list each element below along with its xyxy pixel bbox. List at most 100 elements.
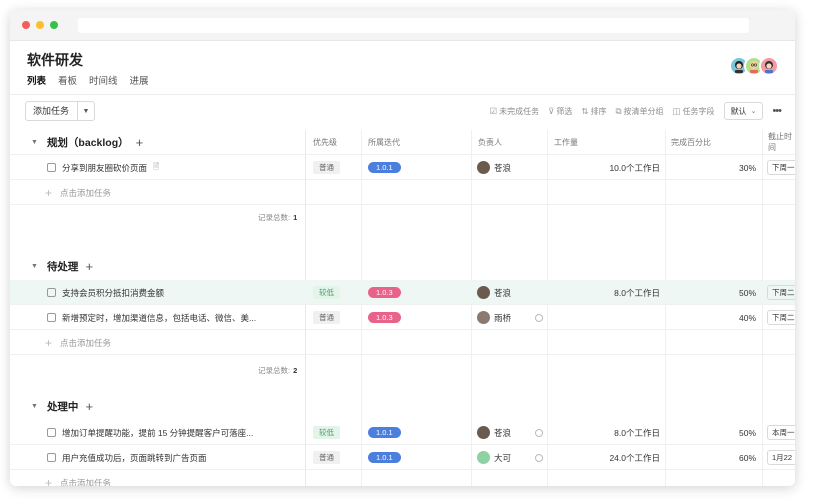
progress-value[interactable]: 60%: [671, 445, 756, 470]
progress-value[interactable]: 40%: [671, 305, 756, 330]
task-checkbox[interactable]: [47, 453, 56, 462]
group-header[interactable]: ▼ 规划（backlog） +: [31, 130, 143, 155]
assignee-cell[interactable]: 苍浪: [477, 280, 511, 305]
due-date[interactable]: 1月22: [767, 450, 795, 465]
iteration-tag[interactable]: 1.0.1: [368, 452, 401, 463]
due-date[interactable]: 本周一: [767, 425, 795, 440]
table-row[interactable]: 新增预定时，增加渠道信息，包括电话、微信、美... 普通 1.0.3 雨桥 40…: [10, 305, 795, 330]
task-name-cell[interactable]: 增加订单提醒功能，提前 15 分钟提醒客户可落座...: [47, 420, 297, 445]
chevron-down-icon[interactable]: ▼: [31, 403, 38, 410]
priority-tag[interactable]: 较低: [313, 426, 340, 439]
more-options-icon[interactable]: •••: [772, 105, 782, 117]
workload-value[interactable]: 8.0个工作日: [554, 420, 660, 445]
workload-value[interactable]: 8.0个工作日: [554, 280, 660, 305]
column-header-assignee[interactable]: 负责人: [478, 130, 502, 154]
assignee-name: 雨桥: [494, 312, 512, 323]
document-icon: 🗎: [153, 161, 160, 171]
priority-tag[interactable]: 较低: [313, 286, 340, 299]
task-name[interactable]: 用户充值成功后，页面跳转到广告页面: [62, 452, 207, 464]
add-icon[interactable]: +: [85, 259, 93, 274]
group-header[interactable]: ▼ 待处理 +: [31, 254, 93, 279]
workload-value[interactable]: 24.0个工作日: [554, 445, 660, 470]
priority-tag[interactable]: 普通: [313, 161, 340, 174]
add-task-row[interactable]: + 点击添加任务: [10, 470, 795, 487]
column-header-workload[interactable]: 工作量: [554, 130, 578, 154]
task-name[interactable]: 分享到朋友圈砍价页面: [62, 162, 147, 174]
chevron-down-icon[interactable]: ▼: [31, 139, 38, 146]
column-header-progress[interactable]: 完成百分比: [671, 130, 711, 154]
add-task-row[interactable]: + 点击添加任务: [10, 180, 795, 205]
status-circle-icon[interactable]: [535, 428, 543, 437]
assignee-cell[interactable]: 苍浪: [477, 420, 543, 445]
assignee-cell[interactable]: 苍浪: [477, 155, 511, 180]
progress-value[interactable]: 50%: [671, 420, 756, 445]
tab-list[interactable]: 列表: [27, 73, 46, 87]
column-header-iteration[interactable]: 所属迭代: [368, 130, 400, 154]
tab-progress[interactable]: 进展: [130, 73, 149, 87]
task-checkbox[interactable]: [47, 288, 56, 297]
task-checkbox[interactable]: [47, 163, 56, 172]
task-name[interactable]: 增加订单提醒功能，提前 15 分钟提醒客户可落座...: [62, 427, 253, 439]
minimize-window-dot[interactable]: [36, 21, 44, 29]
task-name-cell[interactable]: 支持会员积分抵扣消费金额: [47, 280, 164, 305]
add-task-row[interactable]: + 点击添加任务: [10, 330, 795, 355]
add-icon[interactable]: +: [136, 135, 144, 150]
view-select[interactable]: 默认 ⌄: [723, 102, 764, 120]
sort-button[interactable]: ⇅ 排序: [581, 106, 606, 117]
address-bar[interactable]: [78, 18, 749, 33]
tab-board[interactable]: 看板: [58, 73, 77, 87]
due-date[interactable]: 下周二: [767, 310, 795, 325]
add-task-button[interactable]: 添加任务 ▼: [25, 101, 95, 121]
column-header-due[interactable]: 截止时间: [768, 130, 795, 154]
member-avatar-icon[interactable]: [759, 56, 779, 76]
workload-value[interactable]: [554, 305, 660, 330]
group-button[interactable]: ⧉ 按清单分组: [615, 106, 663, 117]
due-date[interactable]: 下周二: [767, 285, 795, 300]
hide-completed-toggle[interactable]: ☑ 未完成任务: [489, 106, 539, 117]
add-task-label[interactable]: 添加任务: [26, 102, 78, 120]
add-task-inline[interactable]: + 点击添加任务: [45, 180, 111, 205]
task-name-cell[interactable]: 分享到朋友圈砍价页面 🗎: [47, 155, 159, 180]
table-row[interactable]: 支持会员积分抵扣消费金额 较低 1.0.3 苍浪 8.0个工作日 50% 下周二: [10, 280, 795, 305]
add-task-inline[interactable]: + 点击添加任务: [45, 470, 111, 487]
priority-tag[interactable]: 普通: [313, 451, 340, 464]
status-circle-icon[interactable]: [535, 453, 543, 462]
task-name[interactable]: 新增预定时，增加渠道信息，包括电话、微信、美...: [62, 312, 256, 324]
status-circle-icon[interactable]: [535, 313, 543, 322]
group-header[interactable]: ▼ 处理中 +: [31, 394, 93, 419]
group-summary-row: 记录总数: 1: [10, 205, 795, 230]
task-name[interactable]: 支持会员积分抵扣消费金额: [62, 287, 164, 299]
assignee-cell[interactable]: 雨桥: [477, 305, 543, 330]
iteration-tag[interactable]: 1.0.3: [368, 312, 401, 323]
add-icon[interactable]: +: [85, 399, 93, 414]
assignee-cell[interactable]: 大可: [477, 445, 543, 470]
workload-value[interactable]: 10.0个工作日: [554, 155, 660, 180]
iteration-tag[interactable]: 1.0.3: [368, 287, 401, 298]
group-title: 处理中: [46, 401, 79, 413]
table-row[interactable]: 用户充值成功后，页面跳转到广告页面 普通 1.0.1 大可 24.0个工作日 6…: [10, 445, 795, 470]
progress-value[interactable]: 30%: [671, 155, 756, 180]
app-window: 软件研发 列表 看板 时间线 进展 添加任务 ▼ ☑ 未完成任务 ⊽ 筛选 ⇅ 排序 …: [10, 10, 795, 486]
chevron-down-icon[interactable]: ▼: [31, 263, 38, 270]
column-header-priority[interactable]: 优先级: [313, 130, 337, 154]
task-name-cell[interactable]: 用户充值成功后，页面跳转到广告页面: [47, 445, 207, 470]
priority-tag[interactable]: 普通: [313, 311, 340, 324]
filter-button[interactable]: ⊽ 筛选: [548, 106, 572, 117]
tab-timeline[interactable]: 时间线: [89, 73, 118, 87]
member-avatars[interactable]: [729, 56, 779, 76]
task-checkbox[interactable]: [47, 428, 56, 437]
due-date[interactable]: 下周一: [767, 160, 795, 175]
fields-button[interactable]: ◫ 任务字段: [673, 106, 715, 117]
chevron-down-icon[interactable]: ▼: [78, 108, 94, 115]
iteration-tag[interactable]: 1.0.1: [368, 162, 401, 173]
iteration-tag[interactable]: 1.0.1: [368, 427, 401, 438]
maximize-window-dot[interactable]: [50, 21, 58, 29]
close-window-dot[interactable]: [22, 21, 30, 29]
hide-completed-label: 未完成任务: [499, 106, 540, 116]
progress-value[interactable]: 50%: [671, 280, 756, 305]
add-task-inline[interactable]: + 点击添加任务: [45, 330, 111, 355]
task-name-cell[interactable]: 新增预定时，增加渠道信息，包括电话、微信、美...: [47, 305, 297, 330]
table-row[interactable]: 分享到朋友圈砍价页面 🗎 普通 1.0.1 苍浪 10.0个工作日 30% 下周…: [10, 155, 795, 180]
table-row[interactable]: 增加订单提醒功能，提前 15 分钟提醒客户可落座... 较低 1.0.1 苍浪 …: [10, 420, 795, 445]
task-checkbox[interactable]: [47, 313, 56, 322]
